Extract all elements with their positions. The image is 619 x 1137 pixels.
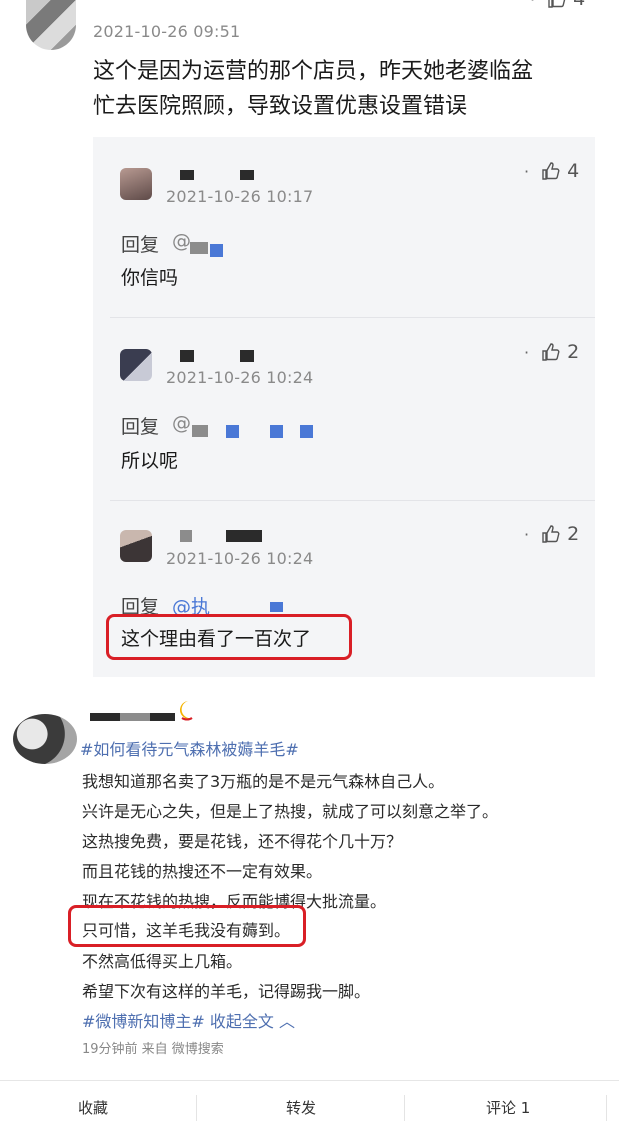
post-line: 不然高低得买上几箱。 — [82, 952, 243, 971]
reply-timestamp: 2021-10-26 10:17 — [166, 187, 314, 206]
more-dot-icon: · — [524, 161, 530, 181]
thumbs-up-icon — [542, 525, 560, 543]
replies-panel — [93, 137, 595, 677]
mention-mask — [192, 425, 208, 437]
username-mask — [90, 713, 120, 721]
top-comment: 2021-10-26 09:51 · 4 这个是因为运营的那个店员，昨天她老婆临… — [0, 0, 619, 684]
mention[interactable]: @ — [172, 412, 191, 434]
post-line: 只可惜，这羊毛我没有薅到。 — [82, 921, 291, 940]
like-count: 2 — [567, 341, 580, 363]
more-dot-icon: · — [530, 0, 535, 9]
divider — [404, 1095, 405, 1121]
like-count: 4 — [567, 160, 580, 182]
post-line: 希望下次有这样的羊毛，记得踢我一脚。 — [82, 982, 371, 1001]
mention[interactable]: @ — [172, 230, 191, 252]
collapse-label: 收起全文 — [209, 1012, 274, 1031]
reply-text: 你信吗 — [121, 267, 179, 289]
username-mask — [150, 713, 175, 721]
divider — [110, 500, 595, 501]
avatar[interactable] — [120, 168, 152, 200]
chevron-up-icon: ︿ — [273, 1012, 296, 1031]
action-bar: 收藏 转发 评论 1 — [0, 1080, 619, 1137]
crescent-badge-icon — [179, 701, 193, 721]
favorite-button[interactable]: 收藏 — [78, 1097, 108, 1118]
username-mask — [240, 170, 254, 180]
post-meta: 19分钟前 来自 微博搜索 — [82, 1042, 224, 1057]
avatar[interactable] — [120, 530, 152, 562]
mention-mask — [226, 425, 239, 438]
mention-mask — [210, 244, 223, 257]
divider — [606, 1095, 607, 1121]
thumbs-up-icon — [548, 0, 566, 8]
mention-mask — [190, 242, 208, 254]
more-dot-icon: · — [524, 342, 530, 362]
post-footer: #微博新知博主# 收起全文 ︿ — [82, 1008, 295, 1032]
like-count: 2 — [567, 523, 580, 545]
footer-hashtag[interactable]: #微博新知博主# — [82, 1012, 205, 1031]
post-line: 而且花钱的热搜还不一定有效果。 — [82, 862, 323, 881]
comment-button[interactable]: 评论 1 — [486, 1097, 530, 1118]
post-hashtag-title[interactable]: #如何看待元气森林被薅羊毛# — [80, 736, 299, 760]
thumbs-up-icon — [542, 162, 560, 180]
mention-mask — [270, 602, 283, 612]
username-mask — [226, 530, 262, 542]
like-count: 4 — [573, 0, 585, 10]
avatar[interactable] — [13, 714, 77, 764]
mention-mask — [270, 425, 283, 438]
avatar[interactable] — [26, 0, 76, 50]
comment-timestamp: 2021-10-26 09:51 — [93, 22, 241, 41]
comment-text-line-2: 忙去医院照顾，导致设置优惠设置错误 — [93, 94, 468, 119]
post-line: 兴许是无心之失，但是上了热搜，就成了可以刻意之举了。 — [82, 802, 499, 821]
reply-label: 回复 — [121, 416, 160, 438]
reply-text: 这个理由看了一百次了 — [121, 628, 312, 650]
post-line: 这热搜免费，要是花钱，还不得花个几十万？ — [82, 832, 403, 851]
like-button[interactable]: · 2 — [524, 341, 579, 363]
mention-mask — [300, 425, 313, 438]
thumbs-up-icon — [542, 343, 560, 361]
avatar[interactable] — [120, 349, 152, 381]
collapse-link[interactable]: 收起全文 ︿ — [210, 1012, 295, 1031]
comment-text-line-1: 这个是因为运营的那个店员，昨天她老婆临盆 — [93, 59, 534, 84]
divider — [110, 317, 595, 318]
post-line: 我想知道那名卖了3万瓶的是不是元气森林自己人。 — [82, 772, 445, 791]
username-mask — [180, 530, 192, 542]
reply-timestamp: 2021-10-26 10:24 — [166, 368, 314, 387]
more-dot-icon: · — [524, 524, 530, 544]
username-mask — [120, 713, 150, 721]
reply-timestamp: 2021-10-26 10:24 — [166, 549, 314, 568]
like-button[interactable]: · 2 — [524, 523, 579, 545]
username-mask — [180, 350, 194, 362]
like-button[interactable]: · 4 — [524, 160, 579, 182]
divider — [196, 1095, 197, 1121]
reply-label: 回复 — [121, 234, 160, 256]
username-mask — [240, 350, 254, 362]
reply-text: 所以呢 — [121, 450, 179, 472]
username-mask — [180, 170, 194, 180]
repost-button[interactable]: 转发 — [286, 1097, 316, 1118]
like-button[interactable]: · 4 — [530, 0, 585, 10]
